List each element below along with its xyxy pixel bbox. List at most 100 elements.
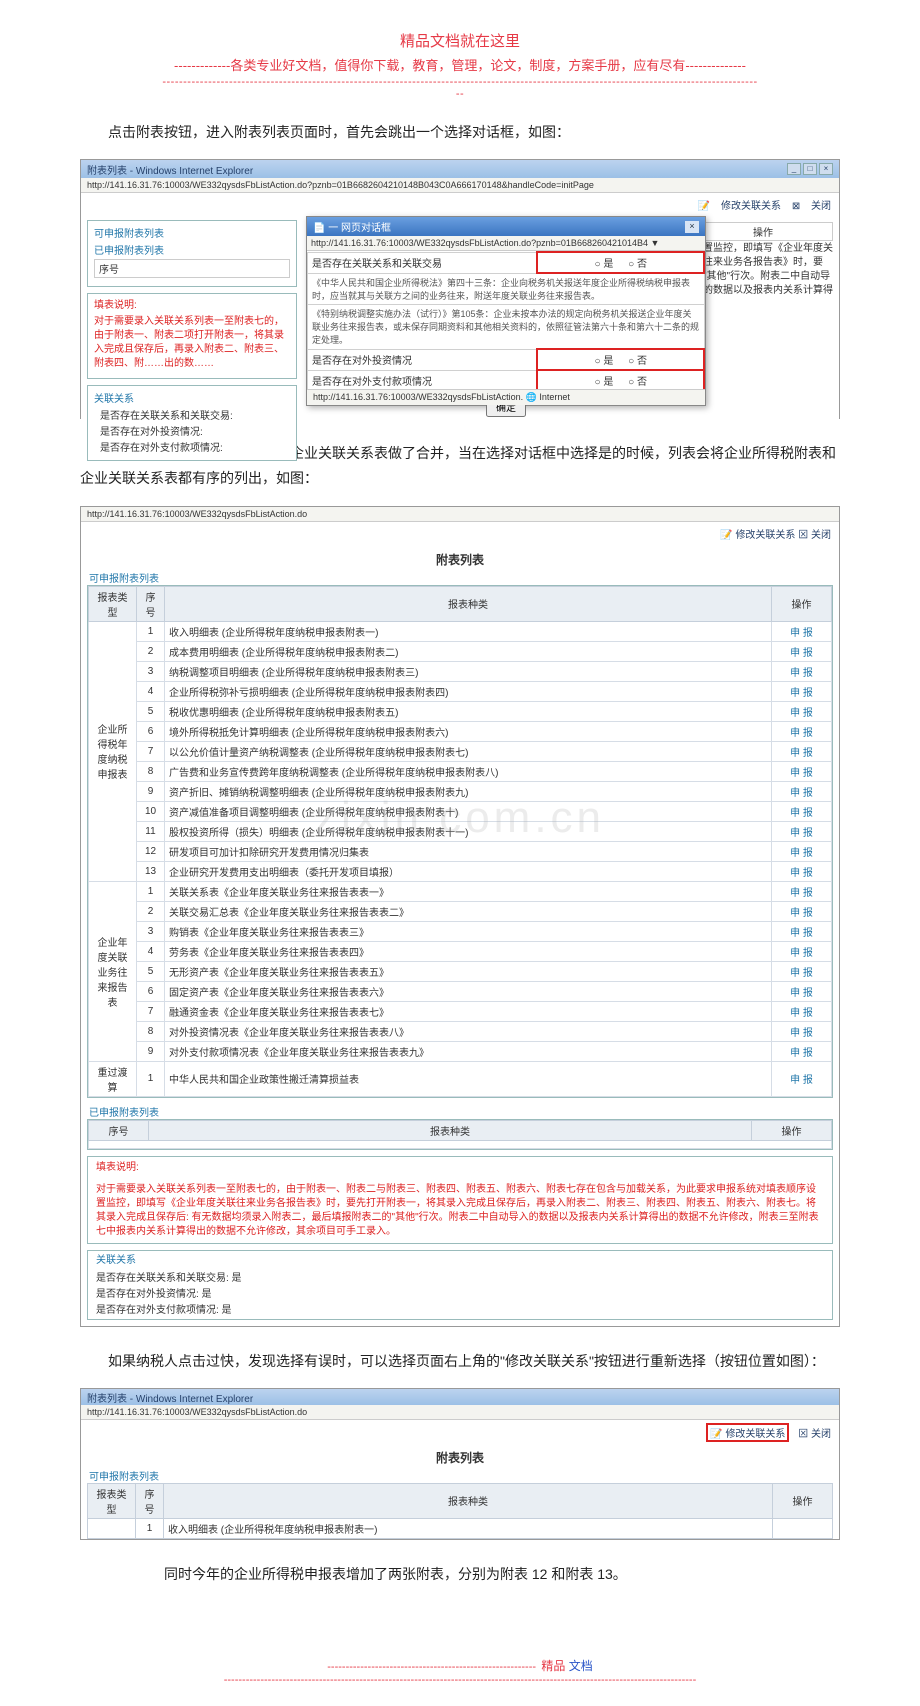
- relation-group-title: 关联关系: [94, 390, 290, 405]
- index-cell: 1: [137, 621, 165, 641]
- section-title: 附表列表: [81, 545, 839, 570]
- minimize-icon[interactable]: _: [787, 163, 801, 175]
- index-cell: 1: [137, 1061, 165, 1096]
- declare-link[interactable]: 申 报: [790, 948, 813, 959]
- table-row: 1收入明细表 (企业所得税年度纳税申报表附表一): [88, 1518, 833, 1538]
- th2-op: 操作: [752, 1120, 832, 1140]
- table-row: 8对外投资情况表《企业年度关联业务往来报告表表八》申 报: [89, 1021, 832, 1041]
- name-cell: 融通资金表《企业年度关联业务往来报告表表七》: [165, 1001, 772, 1021]
- group-label-3: 可申报附表列表: [81, 1468, 839, 1483]
- table-row: 7融通资金表《企业年度关联业务往来报告表表七》申 报: [89, 1001, 832, 1021]
- name-cell: 无形资产表《企业年度关联业务往来报告表表五》: [165, 961, 772, 981]
- declare-link[interactable]: 申 报: [790, 968, 813, 979]
- table-row: 5无形资产表《企业年度关联业务往来报告表表五》 申 报: [89, 961, 832, 981]
- declare-link[interactable]: 申 报: [790, 1028, 813, 1039]
- op-cell: 申 报: [772, 1001, 832, 1021]
- op-cell: 申 报: [772, 1021, 832, 1041]
- table-row: 10资产减值准备项目调整明细表 (企业所得税年度纳税申报表附表十)申 报: [89, 801, 832, 821]
- page-toolbar: 📝 修改关联关系 ⊠ 关闭: [81, 193, 839, 216]
- declare-link[interactable]: 申 报: [790, 648, 813, 659]
- rel-row-3: 是否存在对外支付款项情况: 是: [96, 1301, 824, 1316]
- declarable-title: 可申报附表列表: [94, 225, 290, 240]
- table-row: 8广告费和业务宣传费跨年度纳税调整表 (企业所得税年度纳税申报表附表八)申 报: [89, 761, 832, 781]
- table-row: 3纳税调整项目明细表 (企业所得税年度纳税申报表附表三)申 报: [89, 661, 832, 681]
- declare-link[interactable]: 申 报: [790, 1008, 813, 1019]
- ops-header: 操作: [693, 222, 833, 241]
- dialog-statusbar: http://141.16.31.76:10003/WE332qysdsFbLi…: [307, 389, 705, 405]
- screenshot-tables: http://141.16.31.76:10003/WE332qysdsFbLi…: [80, 506, 840, 1327]
- table-row: 5税收优惠明细表 (企业所得税年度纳税申报表附表五)申 报: [89, 701, 832, 721]
- modify-relation-link-2[interactable]: 📝 修改关联关系: [720, 530, 795, 541]
- relation-q3: 是否存在对外支付款项情况:: [100, 439, 290, 454]
- declare-link[interactable]: 申 报: [790, 868, 813, 879]
- op-cell: 申 报: [772, 661, 832, 681]
- th-name: 报表种类: [165, 586, 772, 621]
- op-cell: 申 报: [772, 801, 832, 821]
- name-cell: 以公允价值计量资产纳税调整表 (企业所得税年度纳税申报表附表七): [165, 741, 772, 761]
- index-cell: 6: [137, 721, 165, 741]
- table-row: 4劳务表《企业年度关联业务往来报告表表四》申 报: [89, 941, 832, 961]
- declare-link[interactable]: 申 报: [790, 848, 813, 859]
- section-title-3: 附表列表: [81, 1445, 839, 1468]
- declared-table: 序号 报表种类 操作: [88, 1120, 832, 1149]
- index-cell: 7: [137, 741, 165, 761]
- table-row: 9对外支付款项情况表《企业年度关联业务往来报告表表九》申 报: [89, 1041, 832, 1061]
- index-cell: 12: [137, 841, 165, 861]
- op-cell: 申 报: [772, 821, 832, 841]
- declare-link[interactable]: 申 报: [790, 668, 813, 679]
- declare-link[interactable]: 申 报: [790, 988, 813, 999]
- modify-relation-link[interactable]: 📝 修改关联关系: [698, 201, 781, 212]
- index-cell: 5: [137, 961, 165, 981]
- fill-instructions: 填表说明: 对于需要录入关联关系列表一至附表七的，由于附表一、附表二项打开附表一…: [87, 293, 297, 379]
- address-bar[interactable]: http://141.16.31.76:10003/WE332qysdsFbLi…: [81, 178, 839, 193]
- declare-link[interactable]: 申 报: [790, 768, 813, 779]
- page-toolbar-2: 📝 修改关联关系 ⊠ 关闭: [81, 522, 839, 545]
- declare-link[interactable]: 申 报: [790, 828, 813, 839]
- op-cell: 申 报: [772, 841, 832, 861]
- attachments-table: 报表类型 序号 报表种类 操作 企业所得税年度纳税申报表1收入明细表 (企业所得…: [88, 586, 832, 1097]
- maximize-icon[interactable]: □: [803, 163, 817, 175]
- dialog-address[interactable]: http://141.16.31.76:10003/WE332qysdsFbLi…: [307, 236, 705, 251]
- declare-link[interactable]: 申 报: [790, 928, 813, 939]
- modify-relation-link-3[interactable]: 📝 修改关联关系: [706, 1423, 789, 1442]
- close-link-3[interactable]: ⊠ 关闭: [798, 1429, 831, 1440]
- footer-dashes-2: ----------------------------------------…: [80, 1674, 840, 1686]
- declare-link[interactable]: 申 报: [790, 808, 813, 819]
- declare-link[interactable]: 申 报: [790, 908, 813, 919]
- index-cell: 3: [137, 661, 165, 681]
- close-link-2[interactable]: ⊠ 关闭: [798, 530, 831, 541]
- index-cell: 1: [137, 881, 165, 901]
- declare-link[interactable]: 申 报: [790, 748, 813, 759]
- name-cell: 企业研究开发费用支出明细表（委托开发项目填报）: [165, 861, 772, 881]
- address-bar-2[interactable]: http://141.16.31.76:10003/WE332qysdsFbLi…: [81, 507, 839, 522]
- dialog-q3-radios[interactable]: ○ 是 ○ 否: [537, 370, 704, 391]
- declare-link[interactable]: 申 报: [790, 1048, 813, 1059]
- dialog-q2-radios[interactable]: ○ 是 ○ 否: [537, 349, 704, 370]
- dialog-close-icon[interactable]: ×: [685, 221, 699, 233]
- dialog-q1-label: 是否存在关联关系和关联交易: [308, 252, 538, 273]
- th3-name: 报表种类: [164, 1483, 773, 1518]
- close-link[interactable]: ⊠ 关闭: [792, 201, 831, 212]
- th3-type: 报表类型: [88, 1483, 136, 1518]
- name-cell: 研发项目可加计扣除研究开发费用情况归集表: [165, 841, 772, 861]
- declare-link[interactable]: 申 报: [790, 1075, 813, 1086]
- window-title: 附表列表 - Windows Internet Explorer: [87, 162, 253, 177]
- th-idx: 序号: [137, 586, 165, 621]
- close-icon[interactable]: ×: [819, 163, 833, 175]
- op-cell: 申 报: [772, 641, 832, 661]
- op-cell: 申 报: [772, 901, 832, 921]
- table-row: 4企业所得税弥补亏损明细表 (企业所得税年度纳税申报表附表四)申 报: [89, 681, 832, 701]
- table-row: 13企业研究开发费用支出明细表（委托开发项目填报）申 报: [89, 861, 832, 881]
- declare-link[interactable]: 申 报: [790, 708, 813, 719]
- address-bar-3[interactable]: http://141.16.31.76:10003/WE332qysdsFbLi…: [81, 1405, 839, 1420]
- table-row: 企业年度关联业务往来报告表1关联关系表《企业年度关联业务往来报告表表一》申 报: [89, 881, 832, 901]
- dialog-q1-radios[interactable]: ○ 是 ○ 否: [537, 252, 704, 273]
- ops-note: 设置监控，即填写《企业年度关联往来业务各报告表》时，要先"其他"行次。附表二中自…: [693, 242, 833, 298]
- declare-link[interactable]: 申 报: [790, 788, 813, 799]
- fill-text: 对于需要录入关联关系列表一至附表七的，由于附表一、附表二项打开附表一，将其录入完…: [94, 314, 290, 372]
- declare-link[interactable]: 申 报: [790, 728, 813, 739]
- declare-link[interactable]: 申 报: [790, 888, 813, 899]
- declare-link[interactable]: 申 报: [790, 628, 813, 639]
- table-row: 2关联交易汇总表《企业年度关联业务往来报告表表二》申 报: [89, 901, 832, 921]
- declare-link[interactable]: 申 报: [790, 688, 813, 699]
